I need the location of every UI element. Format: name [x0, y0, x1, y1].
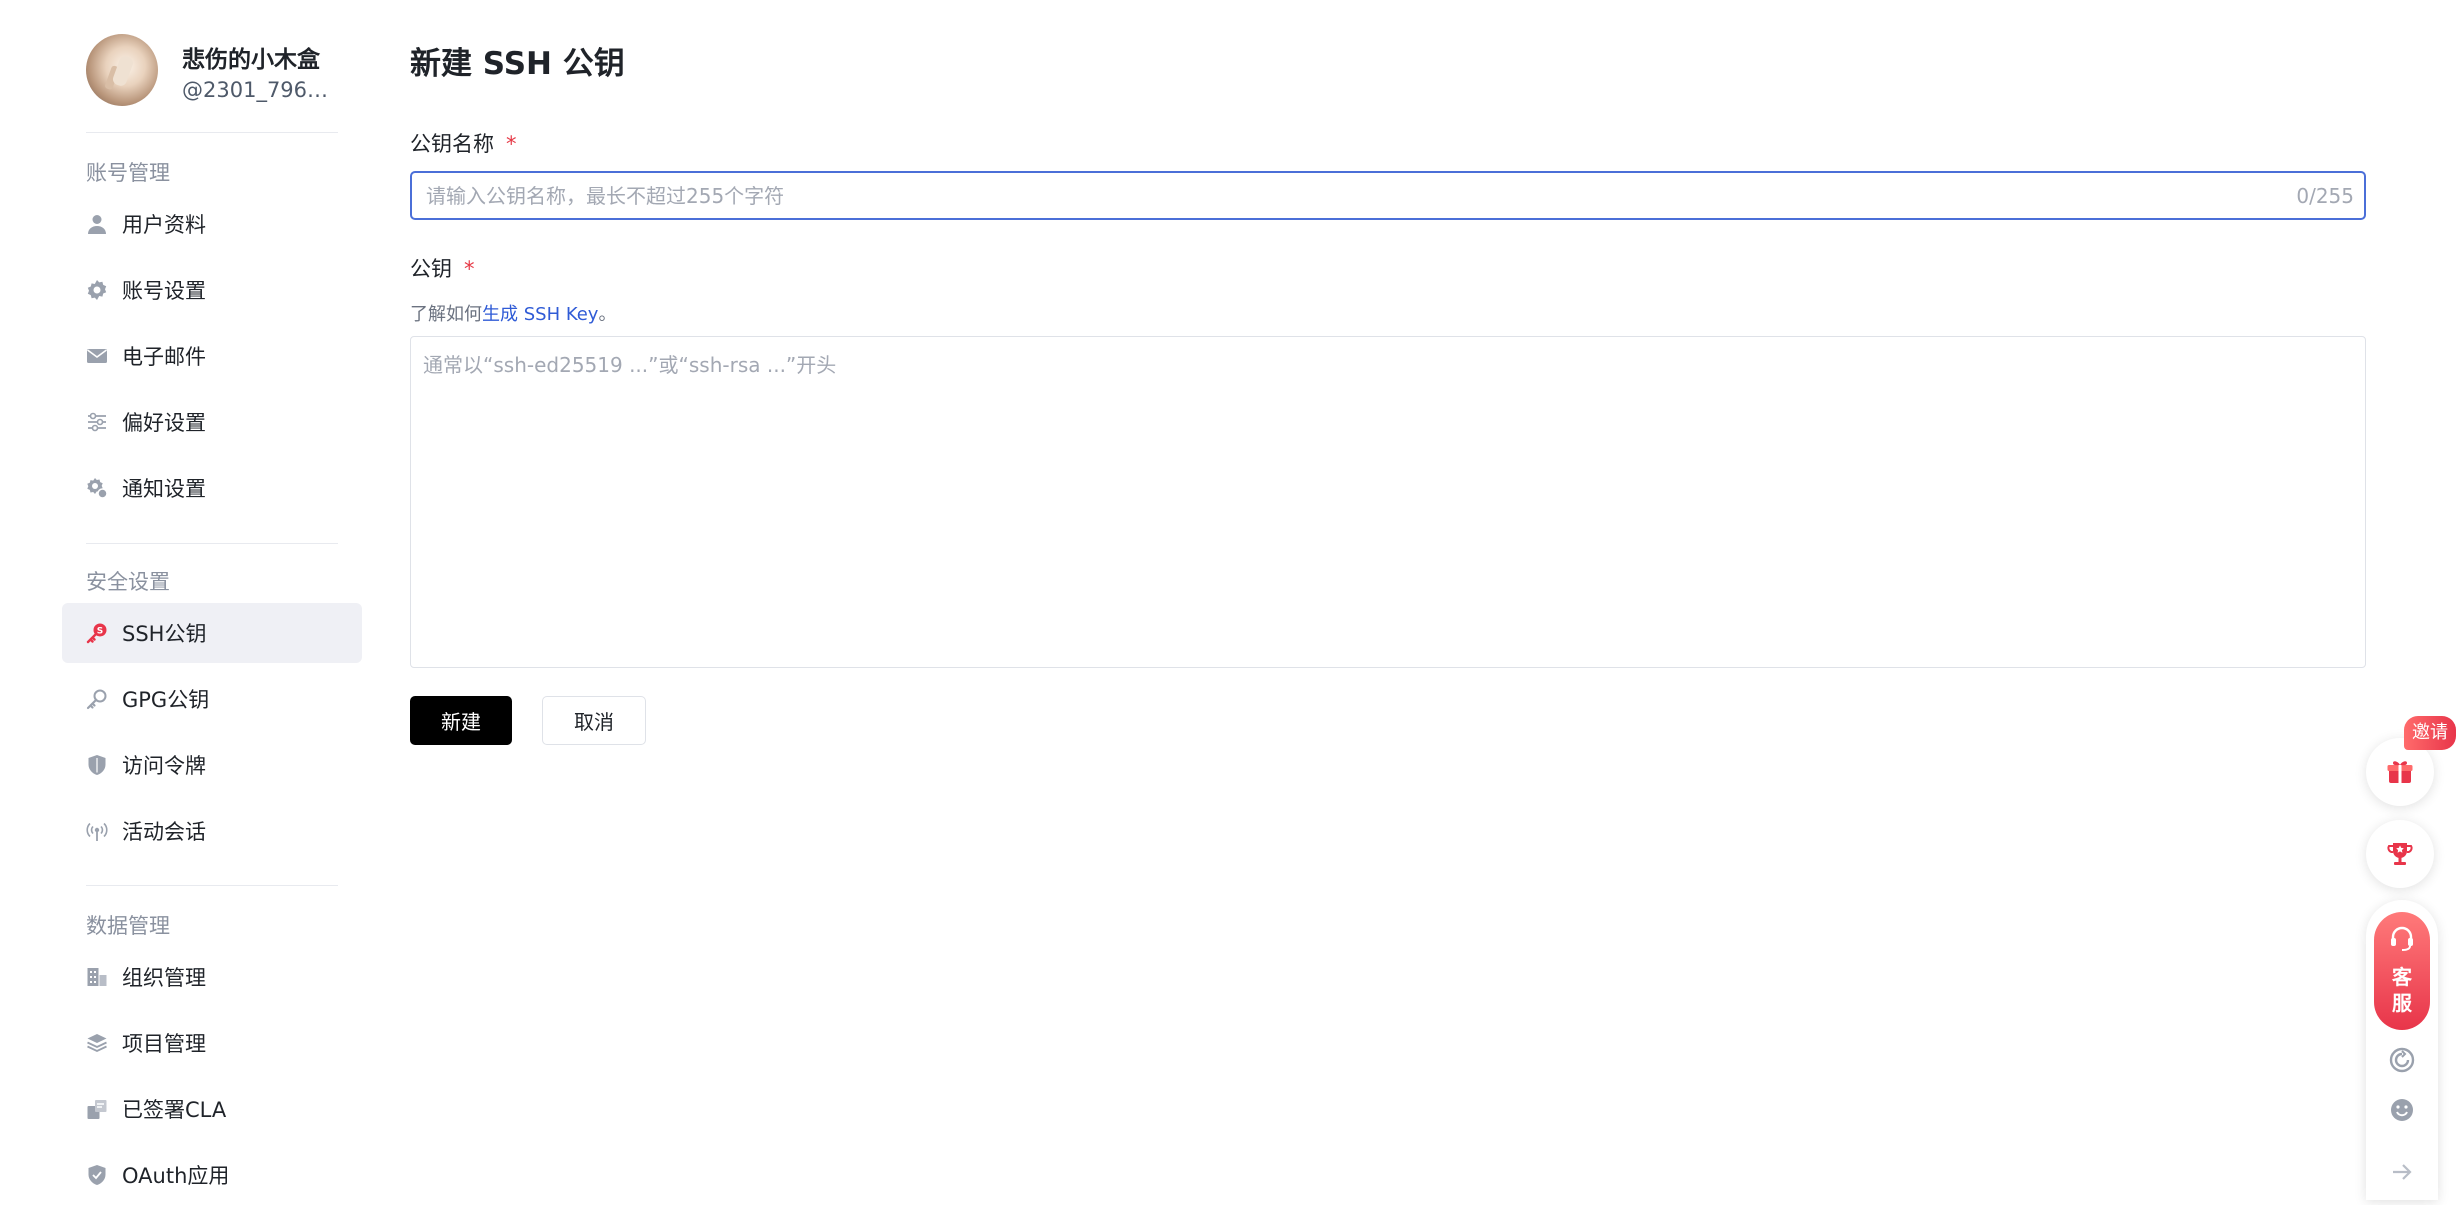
section-title-security: 安全设置 [86, 570, 170, 594]
sidebar-item-account-settings[interactable]: 账号设置 [62, 260, 362, 320]
settings-sidebar: 悲伤的小木盒 @2301_79613015 账号管理 用户资料 账号设置 电子邮… [62, 0, 362, 1188]
sidebar-item-label: 项目管理 [122, 1032, 206, 1056]
profile-handle: @2301_79613015 [182, 78, 332, 102]
section-title-data: 数据管理 [86, 914, 170, 938]
public-key-label-text: 公钥 [410, 257, 452, 281]
character-counter: 0/255 [2296, 184, 2354, 208]
trophy-button[interactable] [2366, 820, 2434, 888]
sidebar-item-label: 用户资料 [122, 213, 206, 237]
sidebar-item-label: 通知设置 [122, 477, 206, 501]
sidebar-item-notifications[interactable]: 通知设置 [62, 458, 362, 518]
trophy-icon [2387, 843, 2413, 865]
notification-gear-icon [87, 478, 108, 499]
sliders-icon [88, 412, 106, 432]
sidebar-item-preferences[interactable]: 偏好设置 [62, 392, 362, 452]
gift-icon [2387, 761, 2413, 783]
public-key-label: 公钥 * [410, 253, 475, 283]
sidebar-item-label: SSH公钥 [122, 622, 207, 646]
sidebar-item-ssh-keys[interactable]: S SSH公钥 [62, 603, 362, 663]
building-icon [87, 968, 107, 986]
page-title: 新建 SSH 公钥 [410, 46, 625, 82]
generate-ssh-key-link[interactable]: 生成 SSH Key [482, 304, 598, 325]
svg-text:S: S [97, 627, 103, 637]
gpg-key-icon [86, 689, 107, 710]
sidebar-item-user-profile[interactable]: 用户资料 [62, 194, 362, 254]
create-button[interactable]: 新建 [410, 696, 512, 745]
user-icon [88, 215, 106, 234]
required-mark: * [464, 257, 475, 281]
arrow-right-icon[interactable] [2388, 1158, 2416, 1186]
user-profile[interactable]: 悲伤的小木盒 @2301_79613015 [86, 34, 362, 110]
avatar[interactable] [86, 34, 158, 106]
key-name-label: 公钥名称 * [410, 128, 517, 158]
sidebar-item-label: 偏好设置 [122, 411, 206, 435]
sidebar-item-label: OAuth应用 [122, 1164, 230, 1188]
invite-badge[interactable]: 邀请 [2404, 716, 2456, 750]
headset-icon [2391, 926, 2413, 951]
sidebar-item-active-sessions[interactable]: 活动会话 [62, 801, 362, 861]
section-title-account: 账号管理 [86, 161, 170, 185]
sidebar-item-label: 组织管理 [122, 966, 206, 990]
sidebar-item-label: 已签署CLA [122, 1098, 227, 1122]
broadcast-icon [86, 822, 108, 841]
sidebar-item-access-tokens[interactable]: 访问令牌 [62, 735, 362, 795]
refresh-icon[interactable] [2388, 1046, 2416, 1074]
smiley-icon[interactable] [2388, 1096, 2416, 1124]
sidebar-item-oauth-apps[interactable]: OAuth应用 [62, 1145, 362, 1205]
profile-name: 悲伤的小木盒 [182, 47, 320, 73]
divider [86, 885, 338, 886]
sidebar-item-label: 活动会话 [122, 820, 206, 844]
hint-suffix: 。 [598, 304, 617, 325]
main-content: 新建 SSH 公钥 公钥名称 * 0/255 公钥 * 了解如何生成 SSH Key… [410, 0, 2366, 1188]
customer-service-label: 客 服 [2374, 964, 2430, 1016]
divider [86, 543, 338, 544]
sidebar-item-label: 访问令牌 [122, 754, 206, 778]
floating-tool-panel: 客 服 [2366, 900, 2438, 1200]
layers-icon [87, 1034, 107, 1052]
required-mark: * [506, 132, 517, 156]
sidebar-item-label: GPG公钥 [122, 688, 210, 712]
service-label-line2: 服 [2392, 991, 2412, 1015]
divider [86, 132, 338, 133]
sidebar-item-label: 账号设置 [122, 279, 206, 303]
gear-icon [87, 280, 107, 300]
oauth-shield-icon [88, 1165, 106, 1185]
hint-prefix: 了解如何 [410, 304, 482, 325]
sidebar-item-email[interactable]: 电子邮件 [62, 326, 362, 386]
service-label-line1: 客 [2392, 965, 2412, 989]
key-name-label-text: 公钥名称 [410, 132, 494, 156]
sidebar-item-gpg-keys[interactable]: GPG公钥 [62, 669, 362, 729]
cancel-button[interactable]: 取消 [542, 696, 646, 745]
sidebar-item-signed-cla[interactable]: 已签署CLA [62, 1079, 362, 1139]
sidebar-item-organizations[interactable]: 组织管理 [62, 947, 362, 1007]
mail-icon [87, 349, 107, 363]
public-key-textarea[interactable] [410, 336, 2366, 668]
sidebar-item-projects[interactable]: 项目管理 [62, 1013, 362, 1073]
key-name-field[interactable]: 0/255 [410, 171, 2366, 220]
cla-icon [87, 1100, 107, 1119]
customer-service-button[interactable]: 客 服 [2374, 912, 2430, 1030]
ssh-key-icon: S [86, 623, 107, 644]
sidebar-item-label: 电子邮件 [122, 345, 206, 369]
shield-icon [88, 755, 106, 775]
ssh-key-hint: 了解如何生成 SSH Key。 [410, 300, 616, 326]
key-name-input[interactable] [412, 173, 2272, 218]
